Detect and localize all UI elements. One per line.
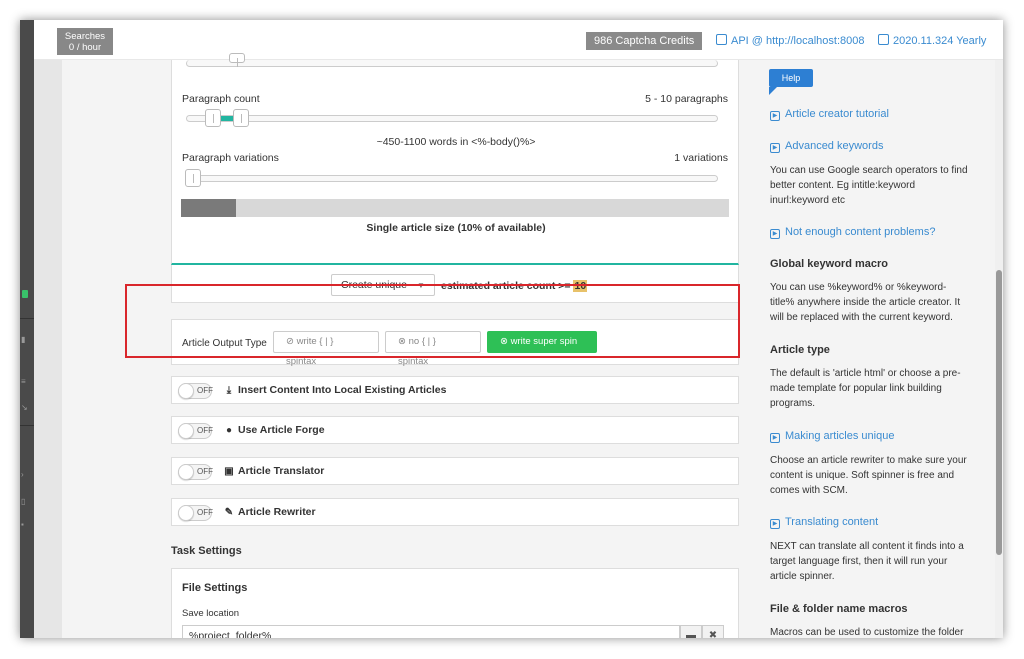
toggle-state: OFF [197, 508, 213, 517]
pencil-icon: ✎ [224, 507, 234, 518]
article-creator-tutorial-link[interactable]: ▶ Article creator tutorial [770, 108, 889, 121]
scrollbar[interactable] [995, 60, 1003, 638]
play-icon: ▶ [770, 229, 780, 239]
toggle-title: Article Rewriter [238, 506, 316, 518]
task-settings-heading: Task Settings [171, 545, 242, 557]
api-link[interactable]: API @ http://localhost:8008 [716, 34, 864, 47]
link-label: Not enough content problems? [785, 226, 936, 238]
save-location-input[interactable]: %project_folder% [182, 625, 680, 638]
article-translator-toggle[interactable]: OFF [178, 464, 213, 480]
toggle-state: OFF [197, 467, 213, 476]
article-size-bar [181, 199, 729, 217]
save-location-label: Save location [182, 608, 240, 619]
captcha-credits-badge: 986 Captcha Credits [586, 32, 703, 50]
play-icon: ▶ [770, 433, 780, 443]
toggle-row-article-rewriter: OFF ✎ Article Rewriter [171, 498, 739, 526]
slider-handle-min[interactable] [205, 109, 221, 127]
global-keyword-macro-heading: Global keyword macro [770, 258, 888, 270]
file-folder-macros-text: Macros can be used to customize the fold… [770, 627, 964, 638]
link-label: Translating content [785, 516, 879, 528]
toolbar-icon[interactable]: ▯ [21, 497, 29, 506]
toggle-knob [178, 423, 194, 439]
toggle-title: Use Article Forge [238, 424, 325, 436]
toggle-state: OFF [197, 426, 213, 435]
advanced-keywords-link[interactable]: ▶ Advanced keywords [770, 140, 883, 153]
side-panel [34, 20, 62, 638]
article-type-text: The default is 'article html' or choose … [770, 368, 961, 409]
paragraph-variations-value: 1 variations [674, 152, 728, 164]
insert-content-toggle[interactable]: OFF [178, 383, 213, 399]
searches-badge: Searches 0 / hour [57, 28, 113, 55]
top-slider[interactable] [186, 53, 718, 67]
slider-handle-max[interactable] [233, 109, 249, 127]
paragraph-count-value: 5 - 10 paragraphs [645, 93, 728, 105]
word-count-info: ~450-1100 words in <%-body()%> [376, 136, 536, 148]
translate-icon: ▣ [224, 466, 234, 477]
not-enough-content-link[interactable]: ▶ Not enough content problems? [770, 226, 935, 239]
toggle-row-insert-content: OFF ⤓ Insert Content Into Local Existing … [171, 376, 739, 404]
link-label: Making articles unique [785, 430, 895, 442]
toggle-knob [178, 383, 194, 399]
toggle-knob [178, 505, 194, 521]
play-icon: ▶ [770, 519, 780, 529]
external-link-icon [716, 34, 727, 45]
toggle-row-article-translator: OFF ▣ Article Translator [171, 457, 739, 485]
toolbar-icon[interactable]: ≡ [21, 377, 29, 386]
slider-handle[interactable] [185, 169, 201, 187]
help-panel: Help ▶ Article creator tutorial ▶ Advanced… [755, 60, 1003, 638]
help-tag: Help [769, 69, 813, 95]
app-window: ▮ ≡ ↘ › ▯ ▪ Searches 0 / hour 986 Captch… [20, 20, 1003, 638]
slider-handle[interactable] [229, 53, 245, 67]
api-link-label: API @ http://localhost:8008 [731, 35, 865, 47]
link-label: Article creator tutorial [785, 108, 889, 120]
toolbar-icon[interactable]: ▮ [21, 335, 29, 344]
toggle-state: OFF [197, 386, 213, 395]
article-type-heading: Article type [770, 344, 830, 356]
paragraph-settings-card: Paragraph count 5 - 10 paragraphs ~450-1… [171, 53, 739, 265]
toolbar-icon[interactable]: › [21, 470, 29, 479]
forge-icon: ● [225, 425, 233, 436]
toggle-knob [178, 464, 194, 480]
status-indicator [22, 290, 28, 298]
article-forge-toggle[interactable]: OFF [178, 423, 213, 439]
paragraph-count-slider[interactable] [186, 109, 718, 127]
article-rewriter-toggle[interactable]: OFF [178, 505, 213, 521]
toolbar-divider [20, 425, 34, 426]
close-icon[interactable]: ✖ [702, 625, 724, 638]
scrollbar-thumb[interactable] [996, 270, 1002, 555]
paragraph-variations-slider[interactable] [185, 169, 718, 187]
article-size-label: Single article size (10% of available) [366, 222, 546, 234]
paragraph-variations-label: Paragraph variations [182, 152, 279, 164]
file-settings-heading: File Settings [182, 582, 248, 594]
link-label: Advanced keywords [785, 140, 884, 152]
toggle-title: Insert Content Into Local Existing Artic… [238, 384, 447, 396]
top-bar: Searches 0 / hour 986 Captcha Credits AP… [34, 20, 1003, 60]
play-icon: ▶ [770, 143, 780, 153]
left-toolbar: ▮ ≡ ↘ › ▯ ▪ [20, 20, 34, 638]
translating-content-link[interactable]: ▶ Translating content [770, 516, 878, 529]
making-articles-unique-text: Choose an article rewriter to make sure … [770, 455, 967, 496]
download-icon: ⤓ [226, 385, 232, 396]
paragraph-count-label: Paragraph count [182, 93, 260, 105]
toolbar-divider [20, 318, 34, 319]
global-keyword-macro-text: You can use %keyword% or %keyword-title%… [770, 282, 961, 323]
searches-label: Searches [64, 31, 106, 42]
toggle-row-article-forge: OFF ● Use Article Forge [171, 416, 739, 444]
play-icon: ▶ [770, 111, 780, 121]
searches-value: 0 / hour [68, 42, 102, 53]
toggle-title: Article Translator [238, 465, 325, 477]
external-link-icon [878, 34, 889, 45]
folder-icon[interactable]: ▬ [680, 625, 702, 638]
version-link[interactable]: 2020.11.324 Yearly [878, 34, 986, 47]
file-folder-macros-heading: File & folder name macros [770, 603, 908, 615]
article-size-fill [181, 199, 236, 217]
translating-content-text: NEXT can translate all content it finds … [770, 541, 964, 582]
version-link-label: 2020.11.324 Yearly [893, 35, 987, 47]
toolbar-icon[interactable]: ▪ [21, 520, 29, 529]
toolbar-icon[interactable]: ↘ [21, 403, 29, 412]
advanced-keywords-text: You can use Google search operators to f… [770, 165, 968, 206]
highlight-box [125, 284, 740, 358]
making-articles-unique-link[interactable]: ▶ Making articles unique [770, 430, 894, 443]
file-settings-card: File Settings Save location %project_fol… [171, 568, 739, 638]
